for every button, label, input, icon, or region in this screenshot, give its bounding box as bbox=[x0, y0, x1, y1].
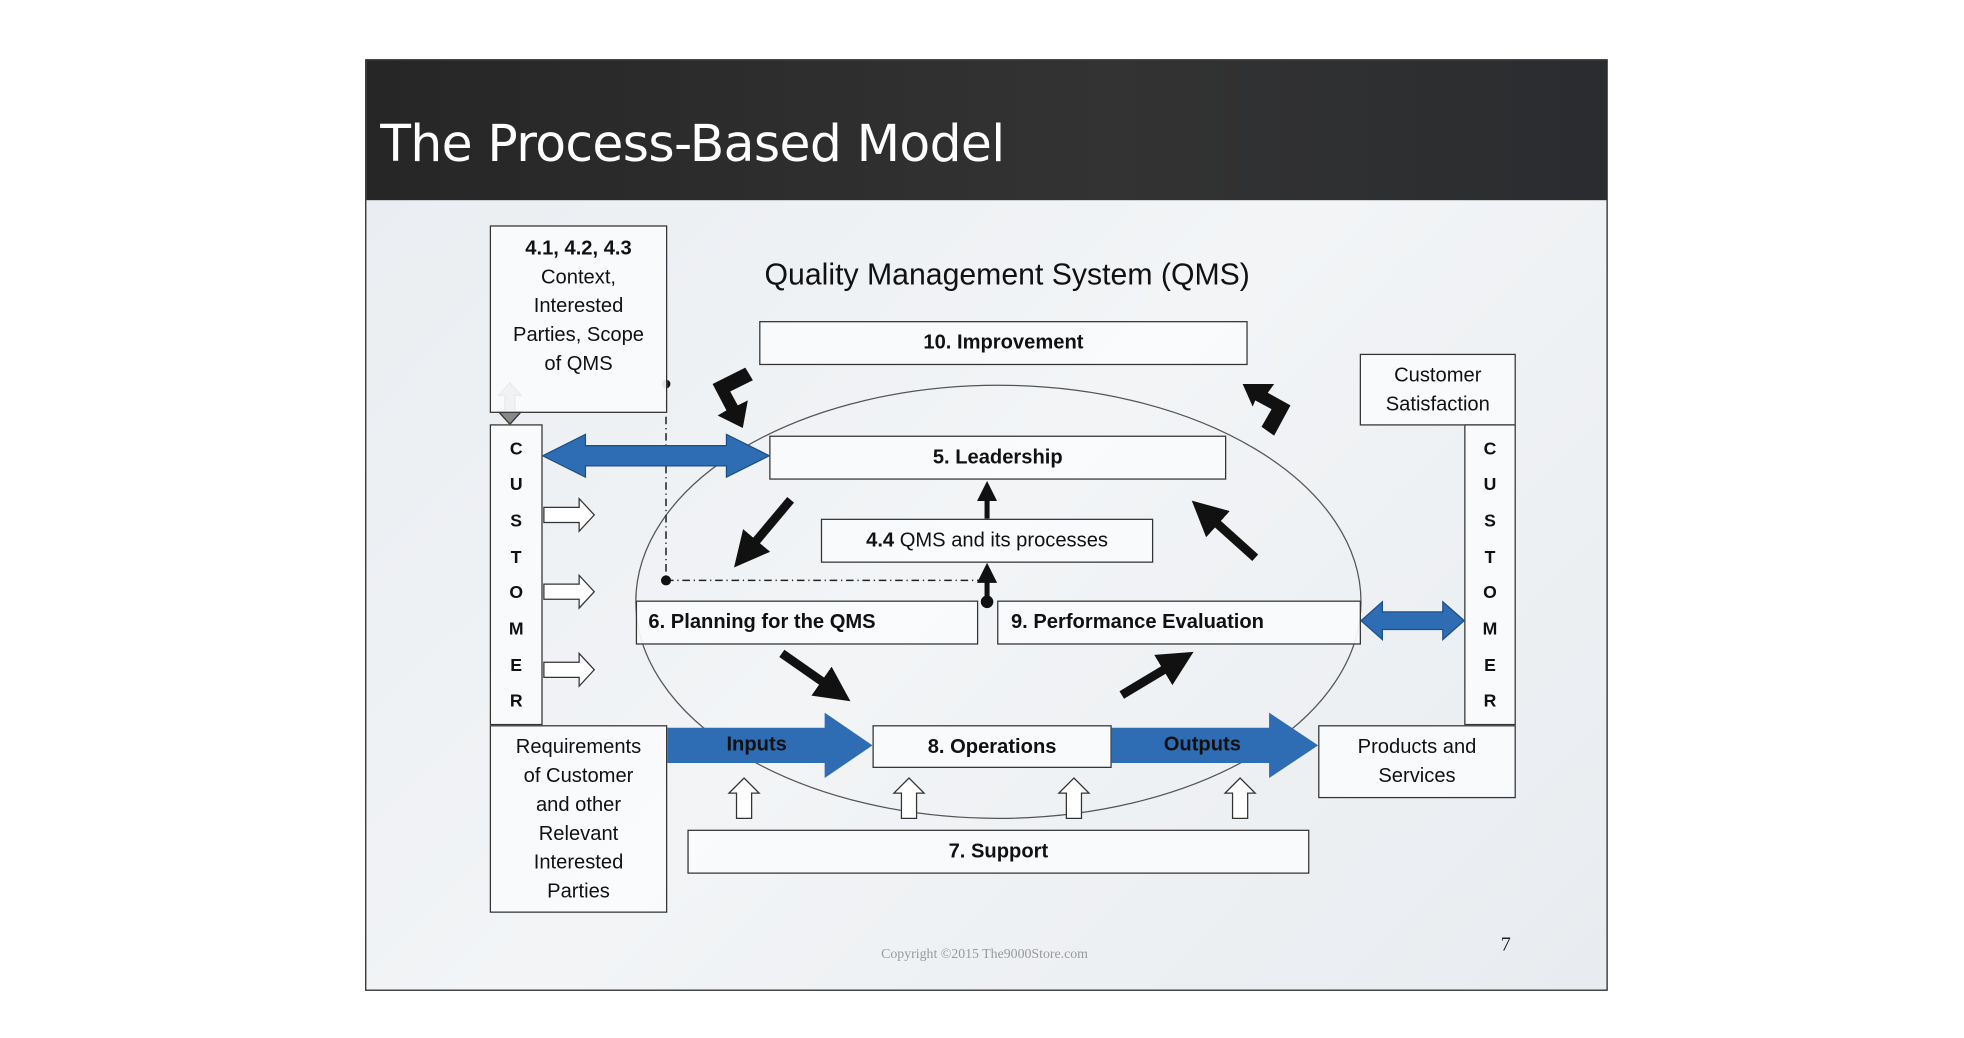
hollow-up-arrows bbox=[727, 777, 1257, 819]
requirements-line: of Customer bbox=[523, 764, 634, 787]
letter: S bbox=[1484, 509, 1496, 531]
blue-double-arrow-left bbox=[541, 433, 771, 479]
letter: O bbox=[1483, 582, 1497, 603]
customer-satisfaction-box: Customer Satisfaction bbox=[1359, 353, 1516, 426]
support-box: 7. Support bbox=[687, 829, 1310, 874]
letter: E bbox=[1484, 654, 1496, 675]
products-services-box: Products and Services bbox=[1318, 725, 1516, 799]
performance-evaluation-box: 9. Performance Evaluation bbox=[997, 600, 1361, 645]
operations-box: 8. Operations bbox=[872, 725, 1112, 768]
letter: M bbox=[508, 618, 524, 639]
customer-satisfaction-line: Customer bbox=[1394, 364, 1482, 386]
connector-dot bbox=[660, 575, 672, 586]
requirements-box: Requirements of Customer and other Relev… bbox=[489, 725, 668, 913]
bent-arrow-to-improvement bbox=[1242, 383, 1291, 436]
qms-processes-number: 4.4 bbox=[866, 530, 895, 552]
letter: S bbox=[510, 509, 523, 531]
blue-double-arrow-right bbox=[1360, 600, 1466, 641]
qms-processes-label: QMS and its processes bbox=[899, 530, 1108, 552]
letter: C bbox=[509, 437, 523, 459]
context-line: Parties, Scope bbox=[513, 324, 645, 347]
letter: O bbox=[509, 582, 524, 603]
copyright: Copyright ©2015 The9000Store.com bbox=[881, 946, 1088, 962]
context-box: 4.1, 4.2, 4.3 Context, Interested Partie… bbox=[489, 225, 668, 413]
letter: U bbox=[509, 473, 523, 495]
inputs-label: Inputs bbox=[726, 733, 787, 756]
requirements-line: Relevant bbox=[538, 822, 619, 845]
stage: The Process-Based Model Quality Manageme… bbox=[0, 0, 1964, 1037]
hollow-right-arrows bbox=[543, 496, 596, 688]
qms-processes-box: 4.4 QMS and its processes bbox=[820, 518, 1154, 563]
products-line: Products and bbox=[1357, 736, 1477, 758]
improvement-box: 10. Improvement bbox=[759, 321, 1248, 366]
page-number: 7 bbox=[1500, 934, 1511, 956]
leadership-box: 5. Leadership bbox=[769, 435, 1227, 480]
requirements-line: Interested bbox=[533, 851, 624, 874]
context-line: Context, bbox=[540, 266, 617, 289]
products-line: Services bbox=[1378, 765, 1456, 787]
letter: R bbox=[509, 690, 523, 711]
customer-column-left: C U S T O M E R bbox=[489, 424, 543, 726]
outputs-label: Outputs bbox=[1163, 733, 1241, 756]
letter: C bbox=[1483, 437, 1497, 459]
context-line: Interested bbox=[533, 295, 624, 318]
planning-box: 6. Planning for the QMS bbox=[635, 600, 979, 645]
requirements-line: Requirements bbox=[515, 735, 642, 758]
letter: M bbox=[1482, 618, 1498, 639]
requirements-line: and other bbox=[535, 793, 622, 816]
context-heading: 4.1, 4.2, 4.3 bbox=[525, 237, 632, 260]
diagram-title: Quality Management System (QMS) bbox=[764, 258, 1250, 293]
context-line: of QMS bbox=[544, 353, 613, 376]
letter: U bbox=[1483, 473, 1497, 495]
letter: R bbox=[1483, 690, 1497, 711]
letter: E bbox=[510, 654, 523, 675]
customer-column-right: C U S T O M E R bbox=[1464, 424, 1516, 726]
letter: T bbox=[1484, 546, 1496, 567]
letter: T bbox=[510, 546, 522, 567]
bent-arrow-improvement-to-leadership bbox=[712, 367, 753, 429]
customer-satisfaction-line: Satisfaction bbox=[1385, 393, 1490, 415]
requirements-line: Parties bbox=[547, 880, 610, 903]
